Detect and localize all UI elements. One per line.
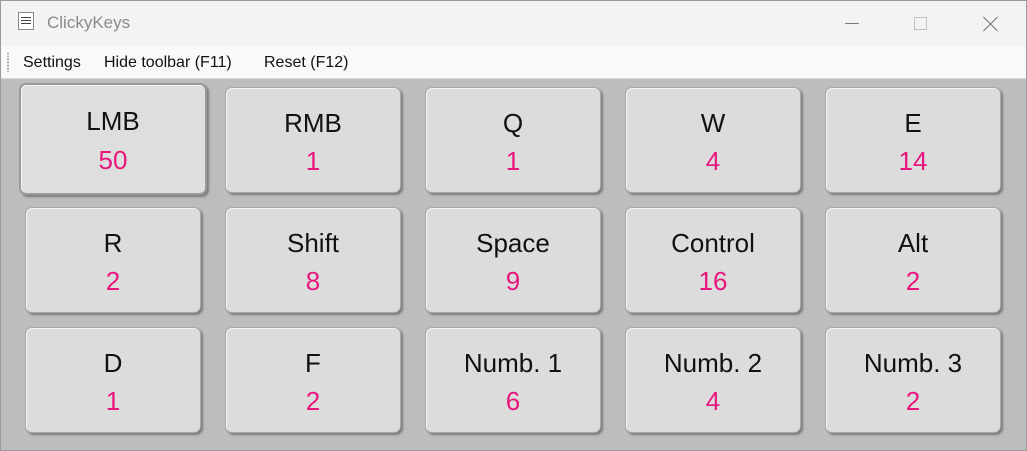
key-label: RMB <box>284 108 342 138</box>
key-label: Q <box>502 108 524 138</box>
key-count: 16 <box>698 266 728 296</box>
hide-toolbar-menu-item[interactable]: Hide toolbar (F11) <box>104 54 232 72</box>
key-label: Control <box>671 228 755 258</box>
key-label: W <box>700 108 726 138</box>
window-title: ClickyKeys <box>47 13 131 32</box>
key-label: Space <box>476 228 550 258</box>
key-tile-f[interactable]: F 2 <box>225 327 401 433</box>
key-label: Shift <box>286 228 340 258</box>
key-count: 2 <box>905 386 921 416</box>
key-count: 1 <box>505 146 521 176</box>
title-bar[interactable]: ClickyKeys <box>1 1 1026 46</box>
key-count: 1 <box>105 386 121 416</box>
key-tile-w[interactable]: W 4 <box>625 87 801 193</box>
key-tile-e[interactable]: E 14 <box>825 87 1001 193</box>
key-count: 1 <box>305 146 321 176</box>
toolbar-grip-icon[interactable] <box>7 52 9 72</box>
key-count: 14 <box>898 146 928 176</box>
key-label: Alt <box>897 228 929 258</box>
key-label: F <box>305 348 321 378</box>
key-grid: LMB 50 RMB 1 Q 1 W 4 E 14 R 2 Shift 8 Sp <box>19 83 1009 435</box>
key-count: 6 <box>505 386 521 416</box>
key-label: Numb. 3 <box>863 348 963 378</box>
key-tile-rmb[interactable]: RMB 1 <box>225 87 401 193</box>
maximize-icon <box>913 17 927 30</box>
key-label: R <box>103 228 123 258</box>
key-count: 2 <box>905 266 921 296</box>
key-label: D <box>103 348 123 378</box>
key-label: LMB <box>86 106 140 136</box>
close-icon <box>983 16 999 32</box>
maximize-button[interactable] <box>885 1 955 46</box>
key-tile-lmb[interactable]: LMB 50 <box>19 83 207 195</box>
key-count: 8 <box>305 266 321 296</box>
key-tile-r[interactable]: R 2 <box>25 207 201 313</box>
key-tile-space[interactable]: Space 9 <box>425 207 601 313</box>
app-window: ClickyKeys Settings Hide toolbar (F11) R… <box>0 0 1027 451</box>
key-count: 2 <box>305 386 321 416</box>
key-label: Numb. 2 <box>663 348 763 378</box>
key-count: 50 <box>98 145 128 175</box>
key-tile-shift[interactable]: Shift 8 <box>225 207 401 313</box>
key-label: Numb. 1 <box>463 348 563 378</box>
toolbar: Settings Hide toolbar (F11) Reset (F12) <box>1 46 1026 79</box>
minimize-icon <box>845 23 859 24</box>
key-tile-numb-1[interactable]: Numb. 1 6 <box>425 327 601 433</box>
key-tile-numb-2[interactable]: Numb. 2 4 <box>625 327 801 433</box>
key-count: 2 <box>105 266 121 296</box>
key-count: 9 <box>505 266 521 296</box>
key-tile-d[interactable]: D 1 <box>25 327 201 433</box>
key-count: 4 <box>705 146 721 176</box>
key-tile-alt[interactable]: Alt 2 <box>825 207 1001 313</box>
app-icon <box>18 12 34 30</box>
key-label: E <box>904 108 922 138</box>
settings-menu-item[interactable]: Settings <box>23 54 81 72</box>
key-tile-numb-3[interactable]: Numb. 3 2 <box>825 327 1001 433</box>
reset-menu-item[interactable]: Reset (F12) <box>264 54 348 72</box>
close-button[interactable] <box>956 1 1026 46</box>
key-tile-control[interactable]: Control 16 <box>625 207 801 313</box>
key-count: 4 <box>705 386 721 416</box>
key-tile-q[interactable]: Q 1 <box>425 87 601 193</box>
minimize-button[interactable] <box>817 1 887 46</box>
